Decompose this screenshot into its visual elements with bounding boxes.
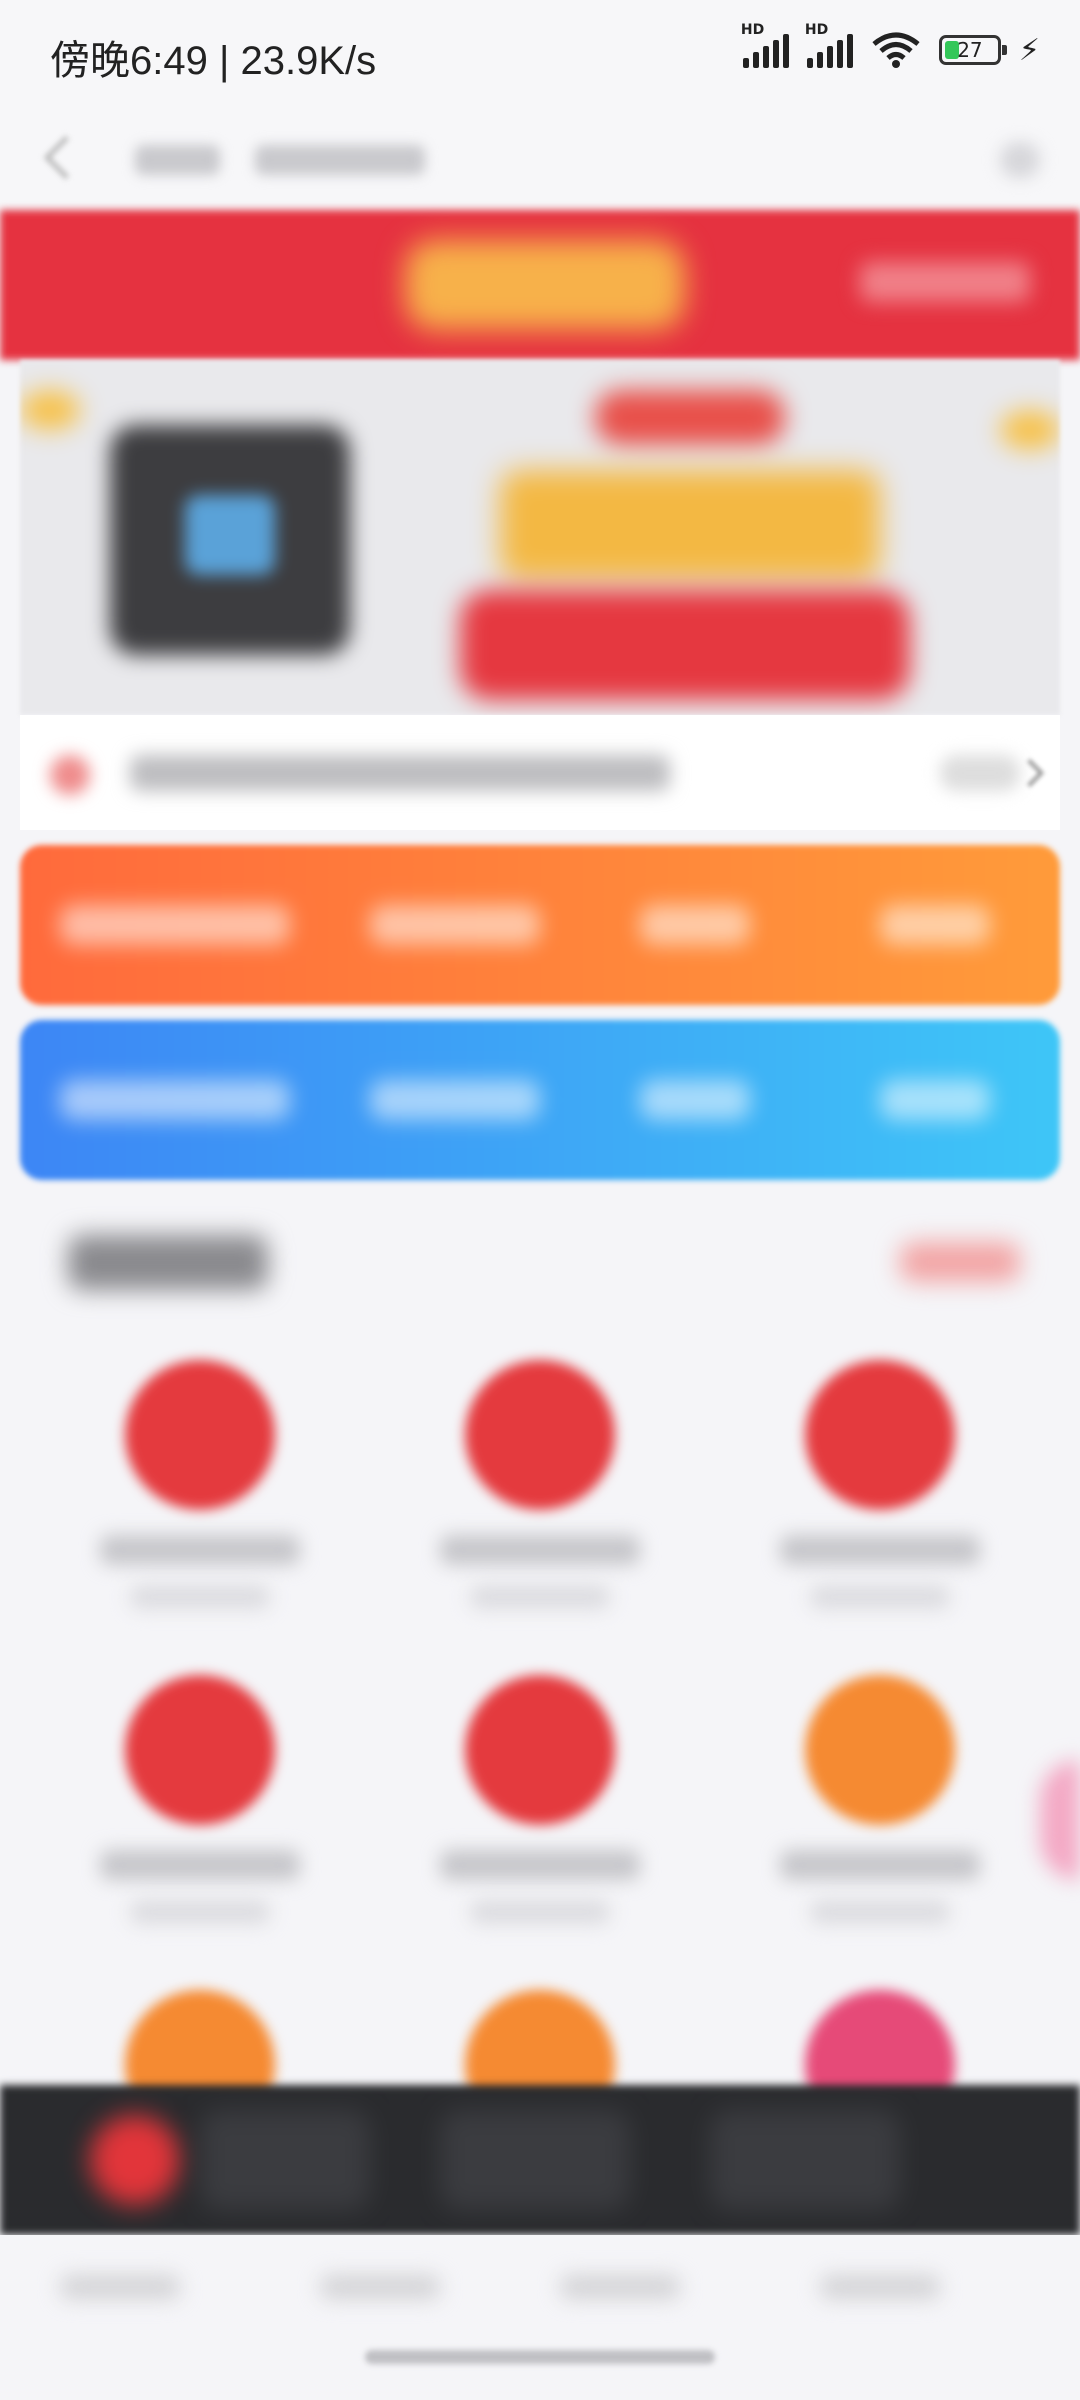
notice-row[interactable] — [20, 715, 1060, 830]
grid-item[interactable] — [730, 1360, 1030, 1660]
grid-item[interactable] — [390, 1675, 690, 1975]
gesture-bar[interactable] — [365, 2350, 715, 2364]
grid-item[interactable] — [50, 1675, 350, 1975]
grid-item-icon — [465, 1360, 615, 1510]
bottom-action-bar — [0, 2085, 1080, 2235]
wifi-icon — [872, 32, 920, 68]
bottom-nav-area — [0, 2235, 1080, 2400]
page-header — [0, 110, 1080, 210]
battery-level: 27 — [957, 38, 983, 62]
signal-icon: HD — [741, 22, 789, 68]
grid-item-icon — [125, 1360, 275, 1510]
orange-card[interactable] — [20, 845, 1060, 1005]
more-icon[interactable] — [1000, 142, 1040, 178]
charging-icon: ⚡ — [1018, 32, 1040, 68]
notice-text-blurred — [130, 755, 670, 791]
signal-hd-label: HD — [740, 22, 765, 38]
grid-item[interactable] — [730, 1675, 1030, 1975]
grid-item-icon — [125, 1675, 275, 1825]
header-title-blurred — [135, 145, 220, 175]
promo-headline-blurred — [500, 470, 880, 580]
battery-icon: 27 — [938, 35, 1007, 65]
grid-item-icon — [805, 1675, 955, 1825]
promo-image[interactable] — [20, 360, 1060, 715]
section-more-link[interactable] — [900, 1242, 1020, 1282]
notice-button[interactable] — [940, 755, 1020, 791]
banner-link[interactable] — [860, 262, 1030, 302]
back-icon[interactable] — [43, 135, 88, 180]
signal-icon: HD — [805, 22, 853, 68]
grid-item-icon — [465, 1675, 615, 1825]
blue-card[interactable] — [20, 1020, 1060, 1180]
grid-item[interactable] — [390, 1360, 690, 1660]
status-time-speed: 傍晚6:49 | 23.9K/s — [50, 39, 377, 83]
home-icon[interactable] — [90, 2115, 180, 2205]
status-bar: 傍晚6:49 | 23.9K/s HD HD 27 ⚡ — [0, 0, 1080, 110]
status-icons: HD HD 27 ⚡ — [741, 22, 1040, 70]
grid-item-icon — [805, 1360, 955, 1510]
signal-hd-label: HD — [804, 22, 829, 38]
bottom-tab[interactable] — [440, 2110, 630, 2210]
promo-cta-blurred[interactable] — [460, 590, 910, 700]
floating-side-button[interactable] — [1040, 1760, 1080, 1880]
header-subtitle-blurred — [255, 145, 425, 175]
bottom-tab[interactable] — [710, 2110, 900, 2210]
chevron-right-icon — [1015, 758, 1045, 788]
grid-item[interactable] — [50, 1360, 350, 1660]
bottom-tab[interactable] — [200, 2110, 370, 2210]
banner-logo — [405, 240, 685, 330]
notice-icon — [50, 755, 90, 795]
section-title-blurred — [68, 1235, 268, 1290]
